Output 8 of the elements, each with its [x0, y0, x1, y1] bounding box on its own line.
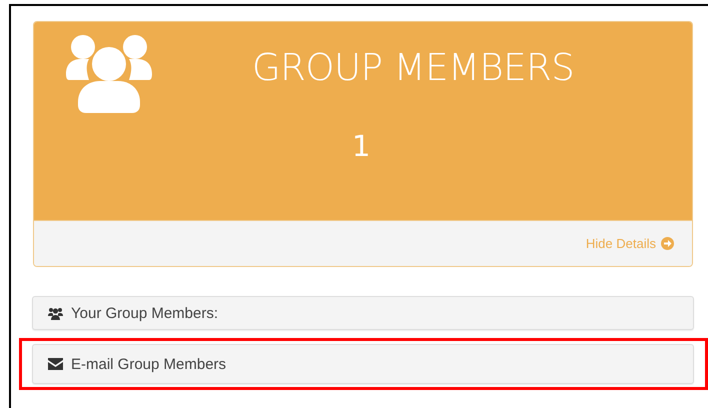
users-icon	[66, 34, 152, 113]
panel-title: GROUP MEMBERS	[252, 46, 574, 89]
envelope-icon	[48, 358, 63, 370]
list-item[interactable]: Your Group Members:	[32, 296, 694, 330]
users-icon	[48, 306, 63, 320]
arrow-circle-icon	[661, 237, 674, 250]
list-item[interactable]: E-mail Group Members	[32, 344, 694, 384]
member-count: 1	[352, 129, 370, 163]
